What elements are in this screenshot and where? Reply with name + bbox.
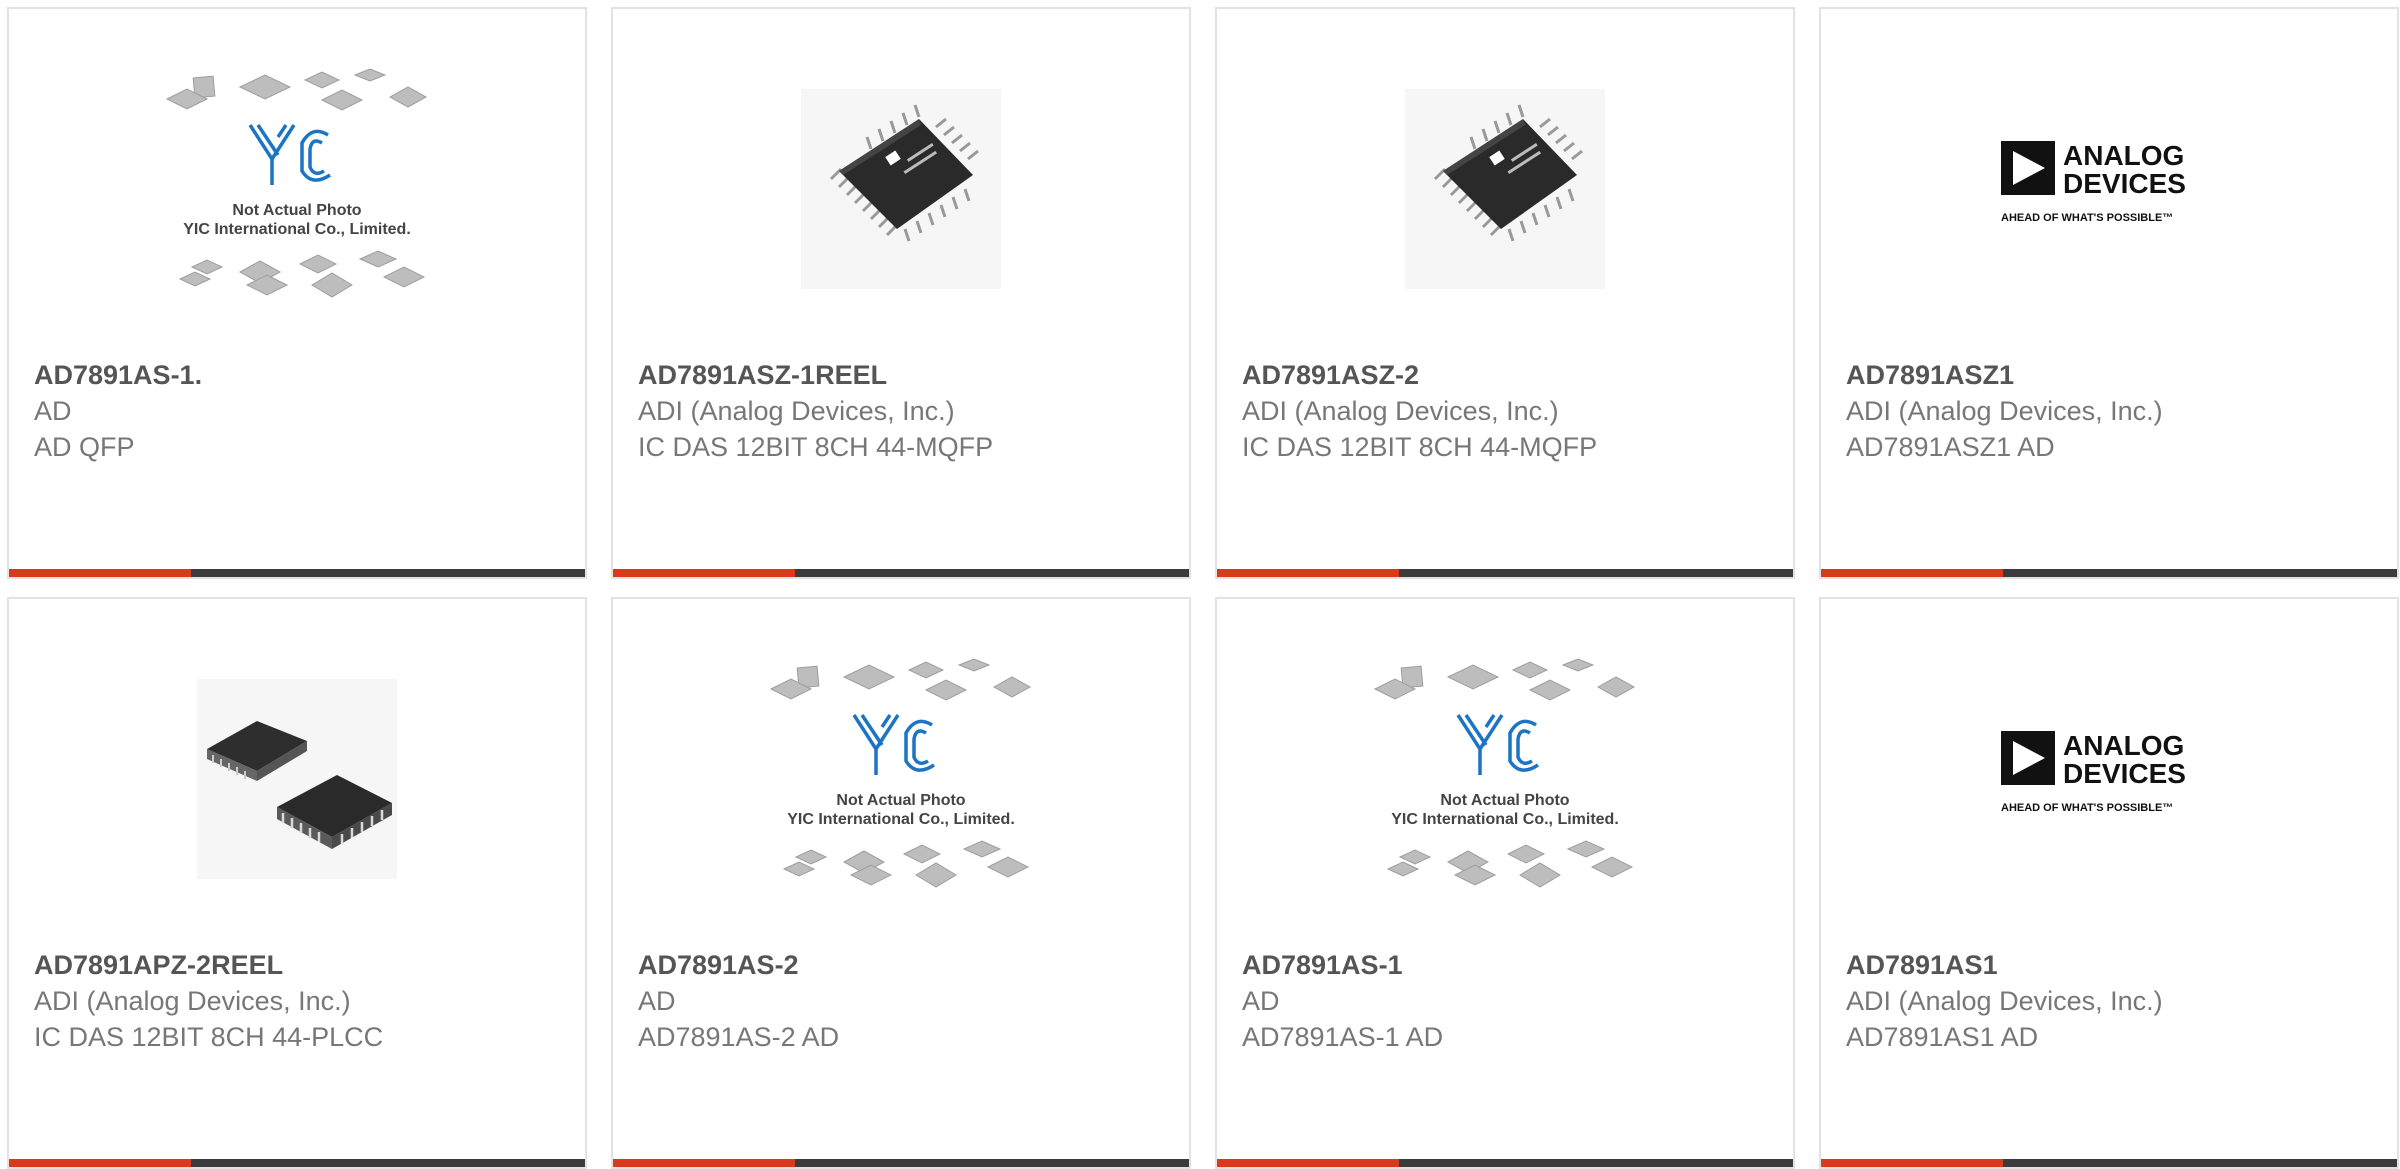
product-manufacturer: AD	[638, 986, 676, 1016]
product-image	[1217, 49, 1793, 349]
product-description: AD7891ASZ1 AD	[1846, 432, 2055, 462]
card-accent	[1217, 1159, 1399, 1167]
product-image: Not Actual Photo YIC International Co., …	[613, 639, 1189, 939]
product-card[interactable]: AD7891ASZ-1REEL ADI (Analog Devices, Inc…	[611, 7, 1191, 579]
product-manufacturer: ADI (Analog Devices, Inc.)	[638, 396, 955, 426]
analog-devices-logo: ANALOG DEVICES AHEAD OF WHAT'S POSSIBLE™	[2001, 730, 2186, 814]
product-manufacturer: ADI (Analog Devices, Inc.)	[1846, 986, 2163, 1016]
card-accent	[1821, 569, 2003, 577]
product-image: Not Actual Photo YIC International Co., …	[9, 49, 585, 349]
product-grid: Not Actual Photo YIC International Co., …	[0, 0, 2400, 1169]
product-part-number[interactable]: AD7891AS-2	[638, 947, 1169, 983]
product-part-number[interactable]: AD7891ASZ-1REEL	[638, 357, 1169, 393]
product-part-number[interactable]: AD7891AS-1	[1242, 947, 1773, 983]
placeholder-line2: YIC International Co., Limited.	[1391, 811, 1619, 828]
card-bottom-bar	[613, 1159, 1189, 1167]
qfp-chip-image	[1405, 89, 1605, 289]
product-manufacturer: AD	[1242, 986, 1280, 1016]
not-actual-photo-image: Not Actual Photo YIC International Co., …	[769, 658, 1032, 888]
card-bottom-bar	[9, 1159, 585, 1167]
placeholder-line1: Not Actual Photo	[1440, 792, 1569, 809]
card-accent	[9, 569, 191, 577]
placeholder-line1: Not Actual Photo	[836, 792, 965, 809]
adi-logo-line1: ANALOG	[2063, 140, 2184, 171]
card-accent	[1217, 569, 1399, 577]
adi-logo-tagline: AHEAD OF WHAT'S POSSIBLE™	[2001, 802, 2173, 814]
product-part-number[interactable]: AD7891ASZ1	[1846, 357, 2377, 393]
card-accent	[1821, 1159, 2003, 1167]
product-description: AD7891AS1 AD	[1846, 1022, 2039, 1052]
product-image: ANALOG DEVICES AHEAD OF WHAT'S POSSIBLE™	[1821, 639, 2397, 939]
product-manufacturer: ADI (Analog Devices, Inc.)	[1846, 396, 2163, 426]
product-description: AD7891AS-2 AD	[638, 1022, 840, 1052]
product-card[interactable]: Not Actual Photo YIC International Co., …	[611, 597, 1191, 1169]
product-description: AD QFP	[34, 432, 135, 462]
product-part-number[interactable]: AD7891APZ-2REEL	[34, 947, 565, 983]
plcc-chip-image	[197, 679, 397, 879]
card-bottom-bar	[1821, 1159, 2397, 1167]
product-image	[613, 49, 1189, 349]
product-description: IC DAS 12BIT 8CH 44-PLCC	[34, 1022, 384, 1052]
card-bottom-bar	[1217, 1159, 1793, 1167]
product-manufacturer: AD	[34, 396, 72, 426]
product-part-number[interactable]: AD7891AS1	[1846, 947, 2377, 983]
card-accent	[9, 1159, 191, 1167]
not-actual-photo-image: Not Actual Photo YIC International Co., …	[165, 68, 428, 298]
card-accent	[613, 569, 795, 577]
product-card[interactable]: ANALOG DEVICES AHEAD OF WHAT'S POSSIBLE™…	[1819, 597, 2399, 1169]
card-bottom-bar	[9, 569, 585, 577]
adi-logo-line1: ANALOG	[2063, 730, 2184, 761]
card-bottom-bar	[1217, 569, 1793, 577]
product-card[interactable]: ANALOG DEVICES AHEAD OF WHAT'S POSSIBLE™…	[1819, 7, 2399, 579]
product-image: Not Actual Photo YIC International Co., …	[1217, 639, 1793, 939]
product-part-number[interactable]: AD7891ASZ-2	[1242, 357, 1773, 393]
qfp-chip-image	[801, 89, 1001, 289]
product-image	[9, 639, 585, 939]
product-card[interactable]: Not Actual Photo YIC International Co., …	[7, 7, 587, 579]
product-part-number[interactable]: AD7891AS-1.	[34, 357, 565, 393]
product-card[interactable]: Not Actual Photo YIC International Co., …	[1215, 597, 1795, 1169]
product-card[interactable]: AD7891ASZ-2 ADI (Analog Devices, Inc.) I…	[1215, 7, 1795, 579]
product-image: ANALOG DEVICES AHEAD OF WHAT'S POSSIBLE™	[1821, 49, 2397, 349]
card-accent	[613, 1159, 795, 1167]
adi-logo-line2: DEVICES	[2063, 168, 2186, 199]
analog-devices-logo: ANALOG DEVICES AHEAD OF WHAT'S POSSIBLE™	[2001, 140, 2186, 224]
product-manufacturer: ADI (Analog Devices, Inc.)	[34, 986, 351, 1016]
placeholder-line1: Not Actual Photo	[232, 202, 361, 219]
card-bottom-bar	[613, 569, 1189, 577]
product-description: AD7891AS-1 AD	[1242, 1022, 1444, 1052]
placeholder-line2: YIC International Co., Limited.	[183, 221, 411, 238]
placeholder-line2: YIC International Co., Limited.	[787, 811, 1015, 828]
product-description: IC DAS 12BIT 8CH 44-MQFP	[1242, 432, 1598, 462]
adi-logo-tagline: AHEAD OF WHAT'S POSSIBLE™	[2001, 212, 2173, 224]
adi-logo-line2: DEVICES	[2063, 758, 2186, 789]
product-manufacturer: ADI (Analog Devices, Inc.)	[1242, 396, 1559, 426]
card-bottom-bar	[1821, 569, 2397, 577]
product-description: IC DAS 12BIT 8CH 44-MQFP	[638, 432, 994, 462]
not-actual-photo-image: Not Actual Photo YIC International Co., …	[1373, 658, 1636, 888]
product-card[interactable]: AD7891APZ-2REEL ADI (Analog Devices, Inc…	[7, 597, 587, 1169]
